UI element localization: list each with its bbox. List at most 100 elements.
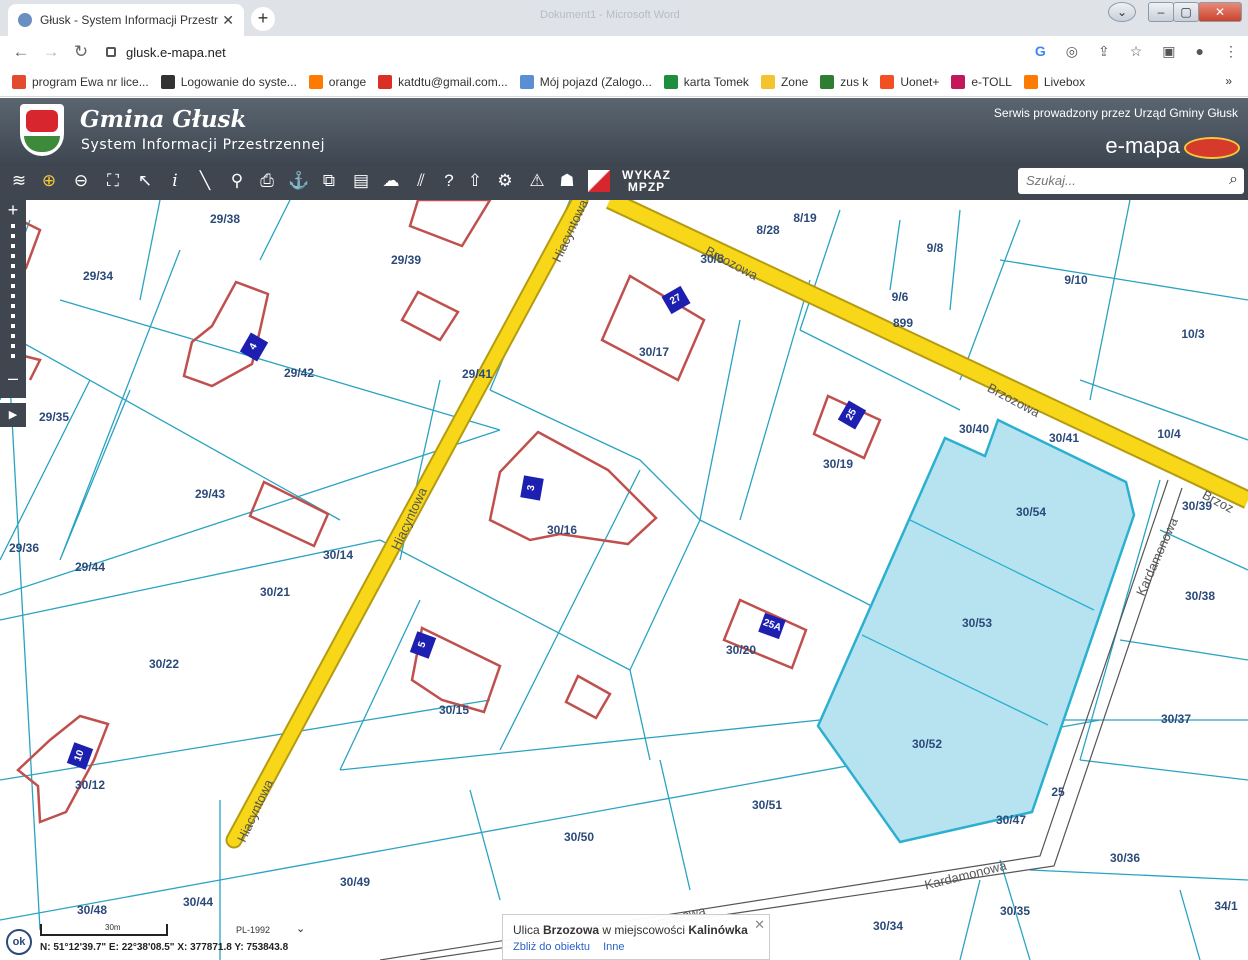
bookmark-label: program Ewa nr lice...: [32, 75, 149, 89]
close-popup-icon[interactable]: ✕: [754, 917, 765, 933]
parcel-label: 30/15: [438, 703, 470, 717]
parcel-label: 30/21: [259, 585, 291, 599]
url-text[interactable]: glusk.e-mapa.net: [126, 45, 226, 60]
profile-icon[interactable]: ●: [1196, 43, 1204, 60]
wykaz-mpzp-button[interactable]: WYKAZ MPZP: [622, 169, 671, 193]
search-icon[interactable]: ⌕: [1229, 171, 1238, 189]
projection-label[interactable]: PL-1992: [236, 925, 270, 935]
bookmark-label: Mój pojazd (Zalogo...: [539, 75, 652, 89]
house-number: 3: [520, 475, 544, 501]
parcel-label: 29/38: [209, 212, 241, 226]
parcel-label: 25: [1051, 785, 1065, 799]
service-note: Serwis prowadzony przez Urząd Gminy Głus…: [993, 106, 1238, 120]
help-icon[interactable]: ?: [438, 170, 460, 192]
street-info-popup: Ulica Brzozowa w miejscowości Kalinówka …: [502, 914, 770, 960]
zoom-to-object-link[interactable]: Zbliż do obiektu: [513, 941, 590, 953]
google-icon[interactable]: G: [1035, 43, 1046, 60]
parcel-label: 30/36: [1109, 851, 1141, 865]
parcel-label: 30/54: [1015, 505, 1047, 519]
parcel-label: 10/4: [1157, 427, 1181, 441]
hatch-icon[interactable]: ⫽: [410, 170, 432, 192]
layers-icon[interactable]: ≋: [8, 170, 30, 192]
search-input[interactable]: [1026, 168, 1216, 192]
bookmark-label: zus k: [840, 75, 869, 89]
map-canvas[interactable]: 29/38 29/39 29/34 29/42 29/35 29/43 29/36 29/44…: [0, 200, 1248, 960]
maximize-button[interactable]: ▢: [1173, 2, 1199, 22]
parcel-label: 30/53: [961, 616, 993, 630]
bookmark-item[interactable]: program Ewa nr lice...: [12, 75, 149, 89]
zoom-in-icon[interactable]: ⊕: [38, 170, 60, 192]
parcel-label: 30/52: [911, 737, 943, 751]
pointer-icon[interactable]: ↖: [134, 170, 156, 192]
street-info-line: Ulica Brzozowa w miejscowości Kalinówka: [513, 923, 759, 937]
tab-close-icon[interactable]: ✕: [222, 12, 234, 29]
print-icon[interactable]: ⎙: [256, 170, 278, 192]
projection-dropdown-icon[interactable]: ⌄: [296, 922, 305, 935]
bookmarks-bar: program Ewa nr lice... Logowanie do syste…: [0, 68, 1248, 97]
parcel-label: 30/17: [638, 345, 670, 359]
zoom-out-icon[interactable]: ⊖: [70, 170, 92, 192]
lock-icon[interactable]: [106, 47, 116, 57]
reload-icon[interactable]: ↻: [66, 42, 96, 62]
bookmark-item[interactable]: Mój pojazd (Zalogo...: [519, 75, 652, 89]
tab-search-button[interactable]: ⌄: [1108, 2, 1136, 22]
sidebar-icon[interactable]: ▣: [1162, 43, 1175, 60]
bookmark-item[interactable]: Livebox: [1023, 75, 1085, 89]
bookmark-label: karta Tomek: [683, 75, 749, 89]
share-icon[interactable]: ⇪: [1098, 43, 1110, 60]
user-location-icon[interactable]: ☗: [556, 170, 578, 192]
bookmark-label: Logowanie do syste...: [180, 75, 297, 89]
comment-icon[interactable]: ☁: [380, 170, 402, 192]
zoom-bar[interactable]: + –: [0, 200, 26, 398]
map-drawing: [0, 200, 1248, 960]
bookmark-item[interactable]: Zone: [760, 75, 808, 89]
copy-icon[interactable]: ⧉: [318, 170, 340, 192]
full-extent-icon[interactable]: ⛶: [102, 170, 124, 192]
bookmark-item[interactable]: katdtu@gmail.com...: [378, 75, 508, 89]
search-box[interactable]: ⌕: [1018, 168, 1244, 194]
zoom-minus-icon[interactable]: –: [0, 368, 26, 388]
parcel-label: 30/51: [751, 798, 783, 812]
road-icon[interactable]: ⚠: [526, 170, 548, 192]
coordinates-readout: N: 51°12'39.7" E: 22°38'08.5" X: 377871.…: [40, 942, 289, 953]
back-icon[interactable]: ←: [6, 42, 36, 62]
expand-panel-icon[interactable]: ▶: [0, 403, 26, 427]
close-window-button[interactable]: ✕: [1198, 2, 1242, 22]
forward-icon[interactable]: →: [36, 42, 66, 62]
scale-label: 30m: [105, 923, 121, 932]
bookmark-icon: [378, 75, 393, 89]
minimize-button[interactable]: –: [1148, 2, 1174, 22]
parcel-label: 9/6: [891, 290, 909, 304]
settings-icon[interactable]: ⚙: [494, 170, 516, 192]
info-icon[interactable]: i: [164, 170, 186, 192]
bookmarks-more-icon[interactable]: »: [1225, 74, 1232, 88]
measure-icon[interactable]: ╲: [194, 170, 216, 192]
bookmark-item[interactable]: karta Tomek: [663, 75, 749, 89]
zoom-slider[interactable]: [11, 224, 15, 364]
link-icon[interactable]: ⚲: [226, 170, 248, 192]
upload-icon[interactable]: ⇧: [464, 170, 486, 192]
parcel-label: 30/22: [148, 657, 180, 671]
zoom-plus-icon[interactable]: +: [0, 200, 26, 220]
anchor-icon[interactable]: ⚓: [288, 170, 310, 192]
ok-button[interactable]: ok: [6, 929, 32, 955]
bookmark-item[interactable]: zus k: [820, 75, 868, 89]
star-icon[interactable]: ☆: [1130, 43, 1143, 60]
parcel-label: 10/3: [1181, 327, 1205, 341]
bookmark-item[interactable]: e-TOLL: [951, 75, 1012, 89]
new-tab-button[interactable]: +: [251, 7, 275, 31]
browser-tab[interactable]: Głusk - System Informacji Przestr ✕: [8, 4, 244, 36]
bookmark-item[interactable]: orange: [308, 75, 366, 89]
parcel-label: 29/42: [283, 366, 315, 380]
parcel-label: 30/48: [76, 903, 108, 917]
mpzp-flag-icon[interactable]: [588, 170, 610, 192]
menu-icon[interactable]: ⋮: [1224, 43, 1238, 60]
bookmark-item[interactable]: Logowanie do syste...: [160, 75, 297, 89]
bookmark-item[interactable]: Uonet+: [880, 75, 939, 89]
brand-name: e-mapa: [1105, 133, 1180, 158]
bookmark-icon: [308, 75, 323, 89]
other-link[interactable]: Inne: [603, 941, 624, 953]
eye-off-icon[interactable]: ◎: [1066, 43, 1078, 60]
geosystem-logo: [1184, 137, 1240, 159]
layout-icon[interactable]: ▤: [350, 170, 372, 192]
